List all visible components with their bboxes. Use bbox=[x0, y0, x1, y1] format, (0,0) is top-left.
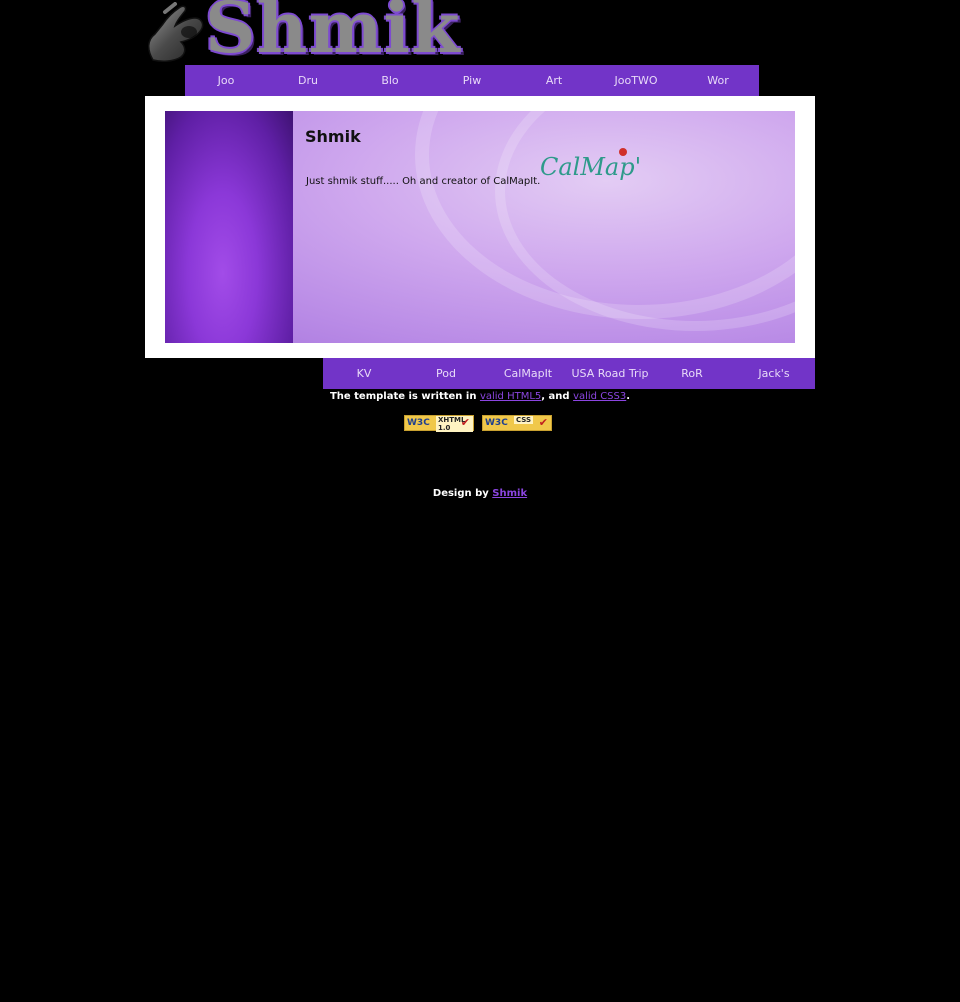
logo-text: Shmik bbox=[205, 0, 461, 69]
nav-item-dru[interactable]: Dru bbox=[267, 65, 349, 96]
calmapit-logo[interactable]: CalMap't bbox=[538, 145, 640, 185]
page-title: Shmik bbox=[305, 127, 361, 146]
css-validation-badge[interactable]: W3C CSS ✔ bbox=[482, 415, 552, 431]
content-frame: Shmik Just shmik stuff..... Oh and creat… bbox=[145, 96, 815, 358]
checkmark-icon: ✔ bbox=[538, 416, 548, 429]
checkmark-icon: ✔ bbox=[460, 416, 470, 429]
nav-item-blo[interactable]: Blo bbox=[349, 65, 431, 96]
nav-item-joo[interactable]: Joo bbox=[185, 65, 267, 96]
validation-badges: W3C XHTML 1.0 ✔ W3C CSS ✔ bbox=[404, 415, 552, 432]
valid-css-link[interactable]: valid CSS3 bbox=[573, 391, 626, 402]
design-credit: Design by Shmik bbox=[0, 488, 960, 499]
bottom-navigation: KV Pod CalMapIt USA Road Trip RoR Jack's bbox=[323, 358, 815, 389]
ok-hand-icon bbox=[148, 2, 204, 62]
template-note: The template is written in valid HTML5, … bbox=[0, 391, 960, 402]
top-navigation: Joo Dru Blo Piw Art JooTWO Wor bbox=[185, 65, 759, 96]
nav-item-jacks[interactable]: Jack's bbox=[733, 358, 815, 389]
header-photo: Shmik Just shmik stuff..... Oh and creat… bbox=[165, 111, 795, 343]
nav-item-usa-road-trip[interactable]: USA Road Trip bbox=[569, 358, 651, 389]
period-text: . bbox=[626, 391, 631, 402]
nav-item-pod[interactable]: Pod bbox=[405, 358, 487, 389]
nav-item-wor[interactable]: Wor bbox=[677, 65, 759, 96]
nav-item-ror[interactable]: RoR bbox=[651, 358, 733, 389]
design-prefix: Design by bbox=[432, 488, 493, 499]
nav-item-calmapit[interactable]: CalMapIt bbox=[487, 358, 569, 389]
nav-item-art[interactable]: Art bbox=[513, 65, 595, 96]
nav-item-piw[interactable]: Piw bbox=[431, 65, 513, 96]
calmapit-logo-text: CalMap't bbox=[540, 153, 640, 181]
valid-html-link[interactable]: valid HTML5 bbox=[480, 391, 541, 402]
nav-item-kv[interactable]: KV bbox=[323, 358, 405, 389]
w3c-logo-text: W3C bbox=[485, 418, 508, 428]
designer-link[interactable]: Shmik bbox=[492, 488, 527, 499]
map-pin-icon bbox=[619, 148, 627, 156]
flower-photo-side bbox=[165, 111, 293, 343]
badge-label: CSS bbox=[514, 416, 534, 424]
site-logo[interactable]: Shmik bbox=[145, 0, 465, 68]
and-text: , and bbox=[541, 391, 574, 402]
template-prefix: The template is written in bbox=[329, 391, 480, 402]
nav-item-jootwo[interactable]: JooTWO bbox=[595, 65, 677, 96]
w3c-logo-text: W3C bbox=[407, 418, 430, 428]
intro-text: Just shmik stuff..... Oh and creator of … bbox=[306, 176, 541, 187]
xhtml-validation-badge[interactable]: W3C XHTML 1.0 ✔ bbox=[404, 415, 474, 432]
